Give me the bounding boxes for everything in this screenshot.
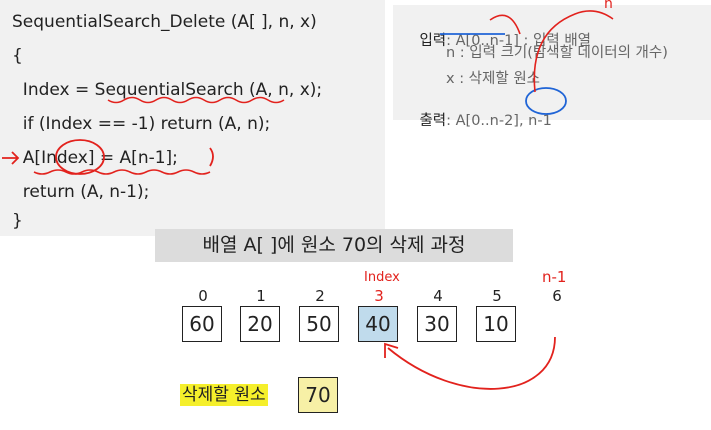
handwritten-annotations <box>2 10 614 390</box>
bracket-mark <box>209 147 214 167</box>
pointer-arrow <box>2 151 20 165</box>
underline-squiggle <box>107 96 285 104</box>
red-link-curve <box>533 10 614 93</box>
blue-circle-n-minus-1 <box>525 87 567 115</box>
underline-squiggle-2 <box>33 169 211 175</box>
move-arrow <box>387 336 556 390</box>
circle-index <box>55 139 105 175</box>
red-small-arc <box>489 14 521 35</box>
